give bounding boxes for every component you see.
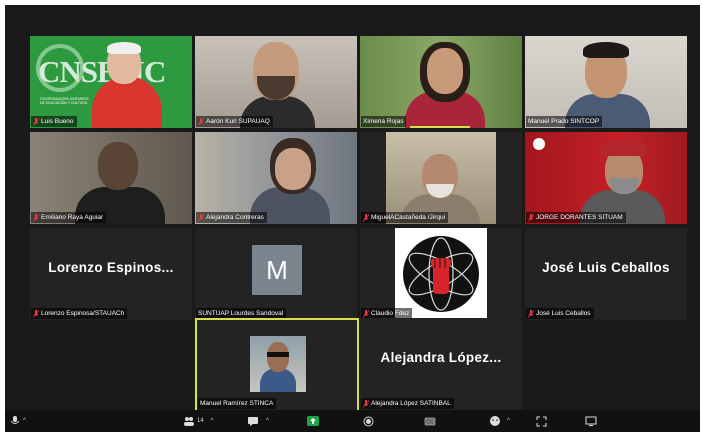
meeting-toolbar: ^ 14 ^ ^ CC ^ [5,410,700,432]
mic-muted-icon [363,213,369,222]
participant-name: Emiliano Raya Aguiar [31,212,107,223]
chevron-up-icon[interactable]: ^ [507,418,510,424]
video-tile-alejandra-contreras[interactable]: Alejandra Contreras [195,132,357,224]
record-button[interactable] [363,414,374,428]
mic-muted-icon [33,309,39,318]
mic-muted-icon [528,309,534,318]
participant-name: MiguelACastañeda /Jirqui [361,212,449,223]
person-head [98,142,138,190]
tile-lorenzo-espinosa[interactable]: Lorenzo Espinos... Lorenzo Espinosa/STAU… [30,228,192,320]
microphone-icon [10,416,20,424]
apps-icon [536,416,547,426]
video-tile-manuel-prado[interactable]: Manuel Prado SINTCOP [525,36,687,128]
person-head [427,48,463,94]
tile-suntuap-lourdes[interactable]: M SUNTUAP Lourdes Sandoval [195,228,357,320]
participant-name: Ximena Rojas [361,116,407,127]
closed-caption-button[interactable]: CC [424,414,436,428]
whiteboard-button[interactable] [585,414,597,428]
participant-name: Aarón Kuri SUPAUAQ [196,116,273,127]
flag-emblem [533,138,545,150]
display-name: José Luis Ceballos [542,259,670,275]
video-tile-miguel-castaneda[interactable]: MiguelACastañeda /Jirqui [360,132,522,224]
chat-icon [248,417,258,426]
participant-name: JORGE DORANTES SITUAM [526,212,626,223]
display-name: Lorenzo Espinos... [48,259,174,275]
participant-name: Alejandra Contreras [196,212,267,223]
video-tile-manuel-ramirez[interactable]: Manuel Ramírez STINCA [195,318,359,412]
video-tile-luis-bueno[interactable]: CNSESIC COORDINADORA UNITARIOS DE EDUCAC… [30,36,192,128]
participant-name: Manuel Ramírez STINCA [198,398,277,409]
record-icon [363,416,374,426]
profile-picture [395,228,487,320]
reactions-button[interactable]: ^ [489,414,510,428]
mic-muted-icon [33,213,39,222]
cc-icon: CC [424,417,436,425]
mic-muted-icon [363,309,369,318]
participant-name: Alejandra López SATINBAL [361,398,454,409]
logo-caption: COORDINADORA UNITARIOS DE EDUCACIÓN Y CU… [40,97,89,105]
whiteboard-icon [585,416,597,426]
display-name: Alejandra López... [380,349,502,365]
participants-count: 14 [197,418,204,424]
chat-button[interactable]: ^ [247,414,269,428]
apps-button[interactable] [536,414,547,428]
reaction-icon [490,416,500,426]
tile-alejandra-lopez[interactable]: Alejandra López... Alejandra López SATIN… [360,318,522,410]
logo-ring [36,44,84,92]
video-tile-aaron-kuri[interactable]: Aarón Kuri SUPAUAQ [195,36,357,128]
mute-button[interactable]: ^ [9,414,26,428]
video-tile-emiliano-raya[interactable]: Emiliano Raya Aguiar [30,132,192,224]
participants-icon [184,417,194,426]
participant-name: Luis Bueno [31,116,77,127]
participant-name: Manuel Prado SINTCOP [526,116,603,127]
mic-muted-icon [363,399,369,408]
chevron-up-icon[interactable]: ^ [23,418,26,424]
tile-jose-luis-ceballos[interactable]: José Luis Ceballos José Luis Ceballos [525,228,687,320]
share-screen-button[interactable] [307,414,319,428]
video-feed [250,336,306,392]
participants-button[interactable]: 14 ^ [183,414,214,428]
speaking-indicator [410,126,470,128]
avatar: M [252,245,302,295]
participant-name: José Luis Ceballos [526,308,594,319]
meeting-window: CNSESIC COORDINADORA UNITARIOS DE EDUCAC… [5,5,700,432]
tile-claudio-fdez[interactable]: Claudio Fdez [360,228,522,320]
person-cap [601,140,647,156]
person-head [275,148,311,190]
mic-muted-icon [198,213,204,222]
video-tile-jorge-dorantes[interactable]: JORGE DORANTES SITUAM [525,132,687,224]
mic-muted-icon [198,117,204,126]
atom-fist-icon [403,236,479,312]
mic-muted-icon [33,117,39,126]
mic-muted-icon [528,213,534,222]
chevron-up-icon[interactable]: ^ [211,418,214,424]
video-tile-ximena-rojas[interactable]: Ximena Rojas [360,36,522,128]
chevron-up-icon[interactable]: ^ [266,418,269,424]
svg-text:CC: CC [426,419,434,425]
participant-name: Lorenzo Espinosa/STAUACh [31,308,128,319]
share-arrow-icon [310,418,316,424]
